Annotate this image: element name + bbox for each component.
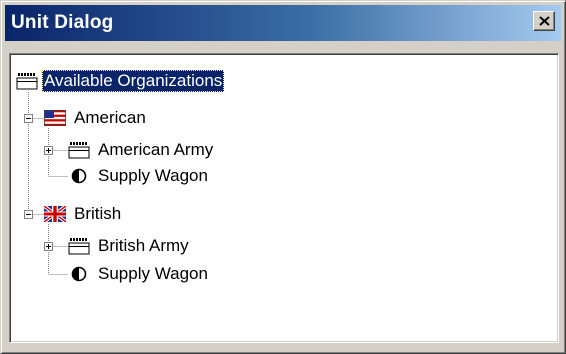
unit-dialog-window: Unit Dialog Available Organizations Amer… [0, 0, 566, 354]
tree-node-label: British Army [98, 236, 189, 255]
tree-node-label: American Army [98, 140, 214, 159]
expand-toggle-american-army[interactable] [44, 146, 53, 155]
expand-toggle-british-army[interactable] [44, 242, 53, 251]
tree-node-american[interactable]: American [44, 105, 148, 131]
tree-node-british[interactable]: British [44, 201, 123, 227]
tree-guide-lines [28, 92, 68, 275]
tree-node-british-army[interactable]: British Army [68, 233, 191, 259]
tree-node-american-army[interactable]: American Army [68, 137, 215, 163]
tree-node-label: Available Organizations [42, 70, 225, 92]
half-circle-icon [71, 266, 87, 282]
collapse-toggle-british[interactable] [24, 210, 33, 219]
us-flag-icon [44, 110, 66, 126]
close-button[interactable] [533, 11, 555, 31]
organization-tree[interactable]: Available Organizations American America… [9, 53, 559, 343]
collapse-toggle-american[interactable] [24, 114, 33, 123]
org-unit-icon [68, 238, 90, 255]
tree-node-label: Supply Wagon [98, 166, 208, 185]
close-icon [539, 16, 550, 26]
window-title: Unit Dialog [11, 12, 114, 33]
tree-node-label: American [74, 108, 146, 127]
org-unit-icon [68, 142, 90, 159]
half-circle-icon [71, 168, 87, 184]
tree-node-british-supply-wagon[interactable]: Supply Wagon [68, 261, 210, 287]
tree-node-american-supply-wagon[interactable]: Supply Wagon [68, 163, 210, 189]
tree-node-label: Supply Wagon [98, 264, 208, 283]
uk-flag-icon [44, 206, 66, 222]
title-bar[interactable]: Unit Dialog [5, 5, 561, 41]
tree-node-available-organizations[interactable]: Available Organizations [16, 68, 225, 94]
org-unit-icon [16, 73, 38, 90]
minus-icon [26, 118, 31, 119]
plus-icon [46, 148, 51, 153]
minus-icon [26, 214, 31, 215]
plus-icon [46, 244, 51, 249]
tree-node-label: British [74, 204, 122, 223]
